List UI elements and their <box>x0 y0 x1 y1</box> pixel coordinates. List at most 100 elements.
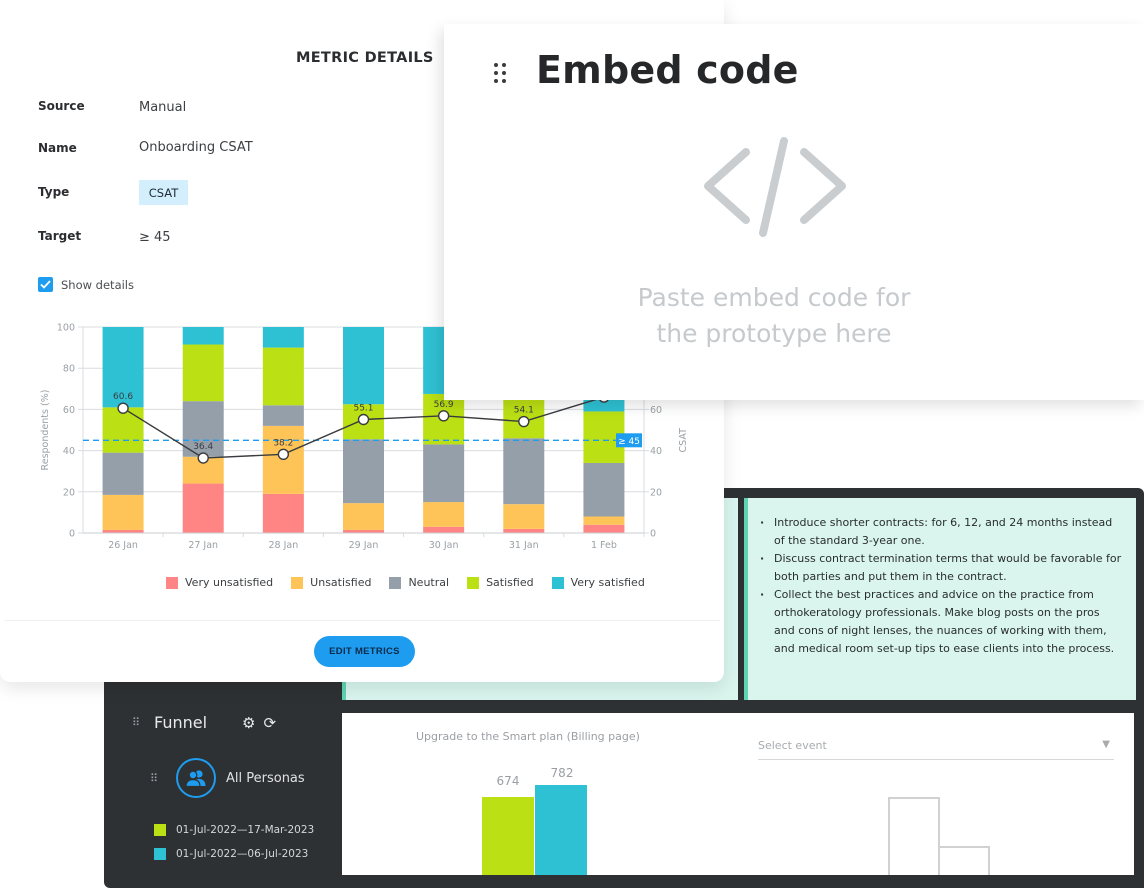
csat-point-label: 38.2 <box>273 438 293 448</box>
show-details-label: Show details <box>61 278 134 292</box>
csat-point-label: 54.1 <box>514 406 534 416</box>
legend-label: Very satisfied <box>570 576 645 589</box>
show-details-checkbox[interactable] <box>38 277 53 292</box>
bar-segment-neutral <box>583 462 625 517</box>
bar-segment-very-unsatisfied <box>182 483 224 533</box>
embed-hint[interactable]: Paste embed code for the prototype here <box>594 280 954 352</box>
bar-segment-very-unsatisfied <box>503 528 545 533</box>
embed-hint-line: Paste embed code for <box>637 283 911 312</box>
chart-legend: Very unsatisfied Unsatisfied Neutral Satisf… <box>166 576 663 589</box>
y-tick-label: 40 <box>63 446 75 457</box>
persona-label: All Personas <box>226 770 305 786</box>
bar-segment-satisfied <box>182 344 224 402</box>
drag-handle-icon[interactable] <box>493 62 507 84</box>
metric-details-heading: METRIC DETAILS <box>296 50 434 66</box>
funnel-bar-label: 782 <box>550 766 574 780</box>
legend-item[interactable]: Unsatisfied <box>291 576 371 589</box>
source-label: Source <box>38 99 85 113</box>
legend-swatch <box>166 576 178 589</box>
y-tick-label: 0 <box>69 529 75 540</box>
csat-point <box>437 410 450 422</box>
range-label: 01-Jul-2022—06-Jul-2023 <box>176 848 309 860</box>
funnel-chart: Upgrade to the Smart plan (Billing page)… <box>342 713 1134 875</box>
name-value: Onboarding CSAT <box>139 140 253 155</box>
type-label: Type <box>38 185 70 199</box>
recommendations-list: Introduce shorter contracts: for 6, 12, … <box>748 498 1136 658</box>
persona-row[interactable]: ⠿ All Personas <box>150 758 305 798</box>
users-icon <box>185 770 206 787</box>
gear-icon[interactable]: ⚙ <box>242 714 255 732</box>
edit-metrics-button[interactable]: EDIT METRICS <box>314 636 415 667</box>
select-event-dropdown[interactable]: Select event ▼ <box>758 733 1114 760</box>
y-tick-label: 60 <box>63 405 75 416</box>
csat-point-label: 56.9 <box>434 400 454 410</box>
bar-segment-unsatisfied <box>102 494 144 530</box>
legend-item[interactable]: Very satisfied <box>551 576 645 589</box>
y-axis-label: Respondents (%) <box>40 390 51 471</box>
legend-swatch <box>467 576 480 589</box>
bar-segment-satisfied <box>102 407 144 453</box>
note-card-recommendations: Introduce shorter contracts: for 6, 12, … <box>744 498 1136 700</box>
target-value: ≥ 45 <box>139 230 171 245</box>
x-tick-label: 29 Jan <box>349 540 379 551</box>
legend-swatch <box>389 576 402 589</box>
bar-segment-satisfied <box>262 347 304 406</box>
bar-segment-very-unsatisfied <box>262 493 304 533</box>
list-item: Discuss contract termination terms that … <box>760 550 1122 586</box>
y-tick-label: 100 <box>57 323 75 334</box>
drag-handle-icon[interactable]: ⠿ <box>150 772 168 785</box>
bar-segment-very-unsatisfied <box>423 526 465 533</box>
legend-swatch <box>551 576 564 589</box>
x-tick-label: 31 Jan <box>509 540 539 551</box>
x-tick-label: 1 Feb <box>591 540 617 551</box>
bar-segment-neutral <box>423 444 465 503</box>
bar-segment-very-satisfied <box>262 327 304 348</box>
legend-item[interactable]: Satisfied <box>467 576 534 589</box>
funnel-bar-period-1 <box>482 797 534 875</box>
csat-point <box>518 415 530 428</box>
csat-point <box>117 402 129 414</box>
bar-segment-neutral <box>262 405 304 426</box>
embed-code-card: Embed code Paste embed code for the prot… <box>444 24 1144 400</box>
csat-point-label: 55.1 <box>353 403 373 413</box>
funnel-title: Funnel <box>154 713 208 732</box>
bar-segment-neutral <box>343 439 384 504</box>
y2-tick-label: 20 <box>650 487 662 498</box>
target-label: Target <box>38 229 82 243</box>
range-swatch <box>154 824 166 836</box>
legend-label: Satisfied <box>486 576 534 589</box>
range-label: 01-Jul-2022—17-Mar-2023 <box>176 824 315 836</box>
drag-handle-icon[interactable]: ⠿ <box>132 716 150 729</box>
placeholder-bar <box>938 846 990 875</box>
bar-segment-unsatisfied <box>503 504 545 529</box>
legend-label: Unsatisfied <box>310 576 372 589</box>
refresh-icon[interactable]: ⟳ <box>263 714 276 732</box>
x-tick-label: 30 Jan <box>429 540 459 551</box>
list-item: Introduce shorter contracts: for 6, 12, … <box>760 514 1122 550</box>
code-icon <box>704 137 846 237</box>
bar-segment-unsatisfied <box>583 516 625 525</box>
range-swatch <box>154 848 166 860</box>
csat-point-label: 36.4 <box>193 442 213 452</box>
bar-segment-unsatisfied <box>423 502 465 527</box>
x-tick-label: 27 Jan <box>188 540 218 551</box>
bar-segment-neutral <box>102 452 144 495</box>
legend-item[interactable]: Neutral <box>389 576 449 589</box>
csat-point <box>277 448 290 461</box>
csat-point-label: 60.6 <box>113 392 133 402</box>
x-tick-label: 26 Jan <box>108 540 138 551</box>
check-icon <box>40 280 51 289</box>
bar-segment-very-satisfied <box>182 327 224 345</box>
embed-title: Embed code <box>536 48 799 92</box>
y2-tick-label: 40 <box>650 446 662 457</box>
bar-segment-unsatisfied <box>343 503 384 530</box>
funnel-bar-label: 674 <box>496 774 520 788</box>
date-range-item: 01-Jul-2022—17-Mar-2023 <box>154 824 314 836</box>
legend-label: Very unsatisfied <box>185 576 274 589</box>
y2-tick-label: 0 <box>650 529 656 540</box>
legend-label: Neutral <box>408 576 450 589</box>
legend-item[interactable]: Very unsatisfied <box>166 576 273 589</box>
select-event-placeholder: Select event <box>758 739 827 752</box>
y-tick-label: 80 <box>63 364 75 375</box>
y2-tick-label: 60 <box>650 405 662 416</box>
